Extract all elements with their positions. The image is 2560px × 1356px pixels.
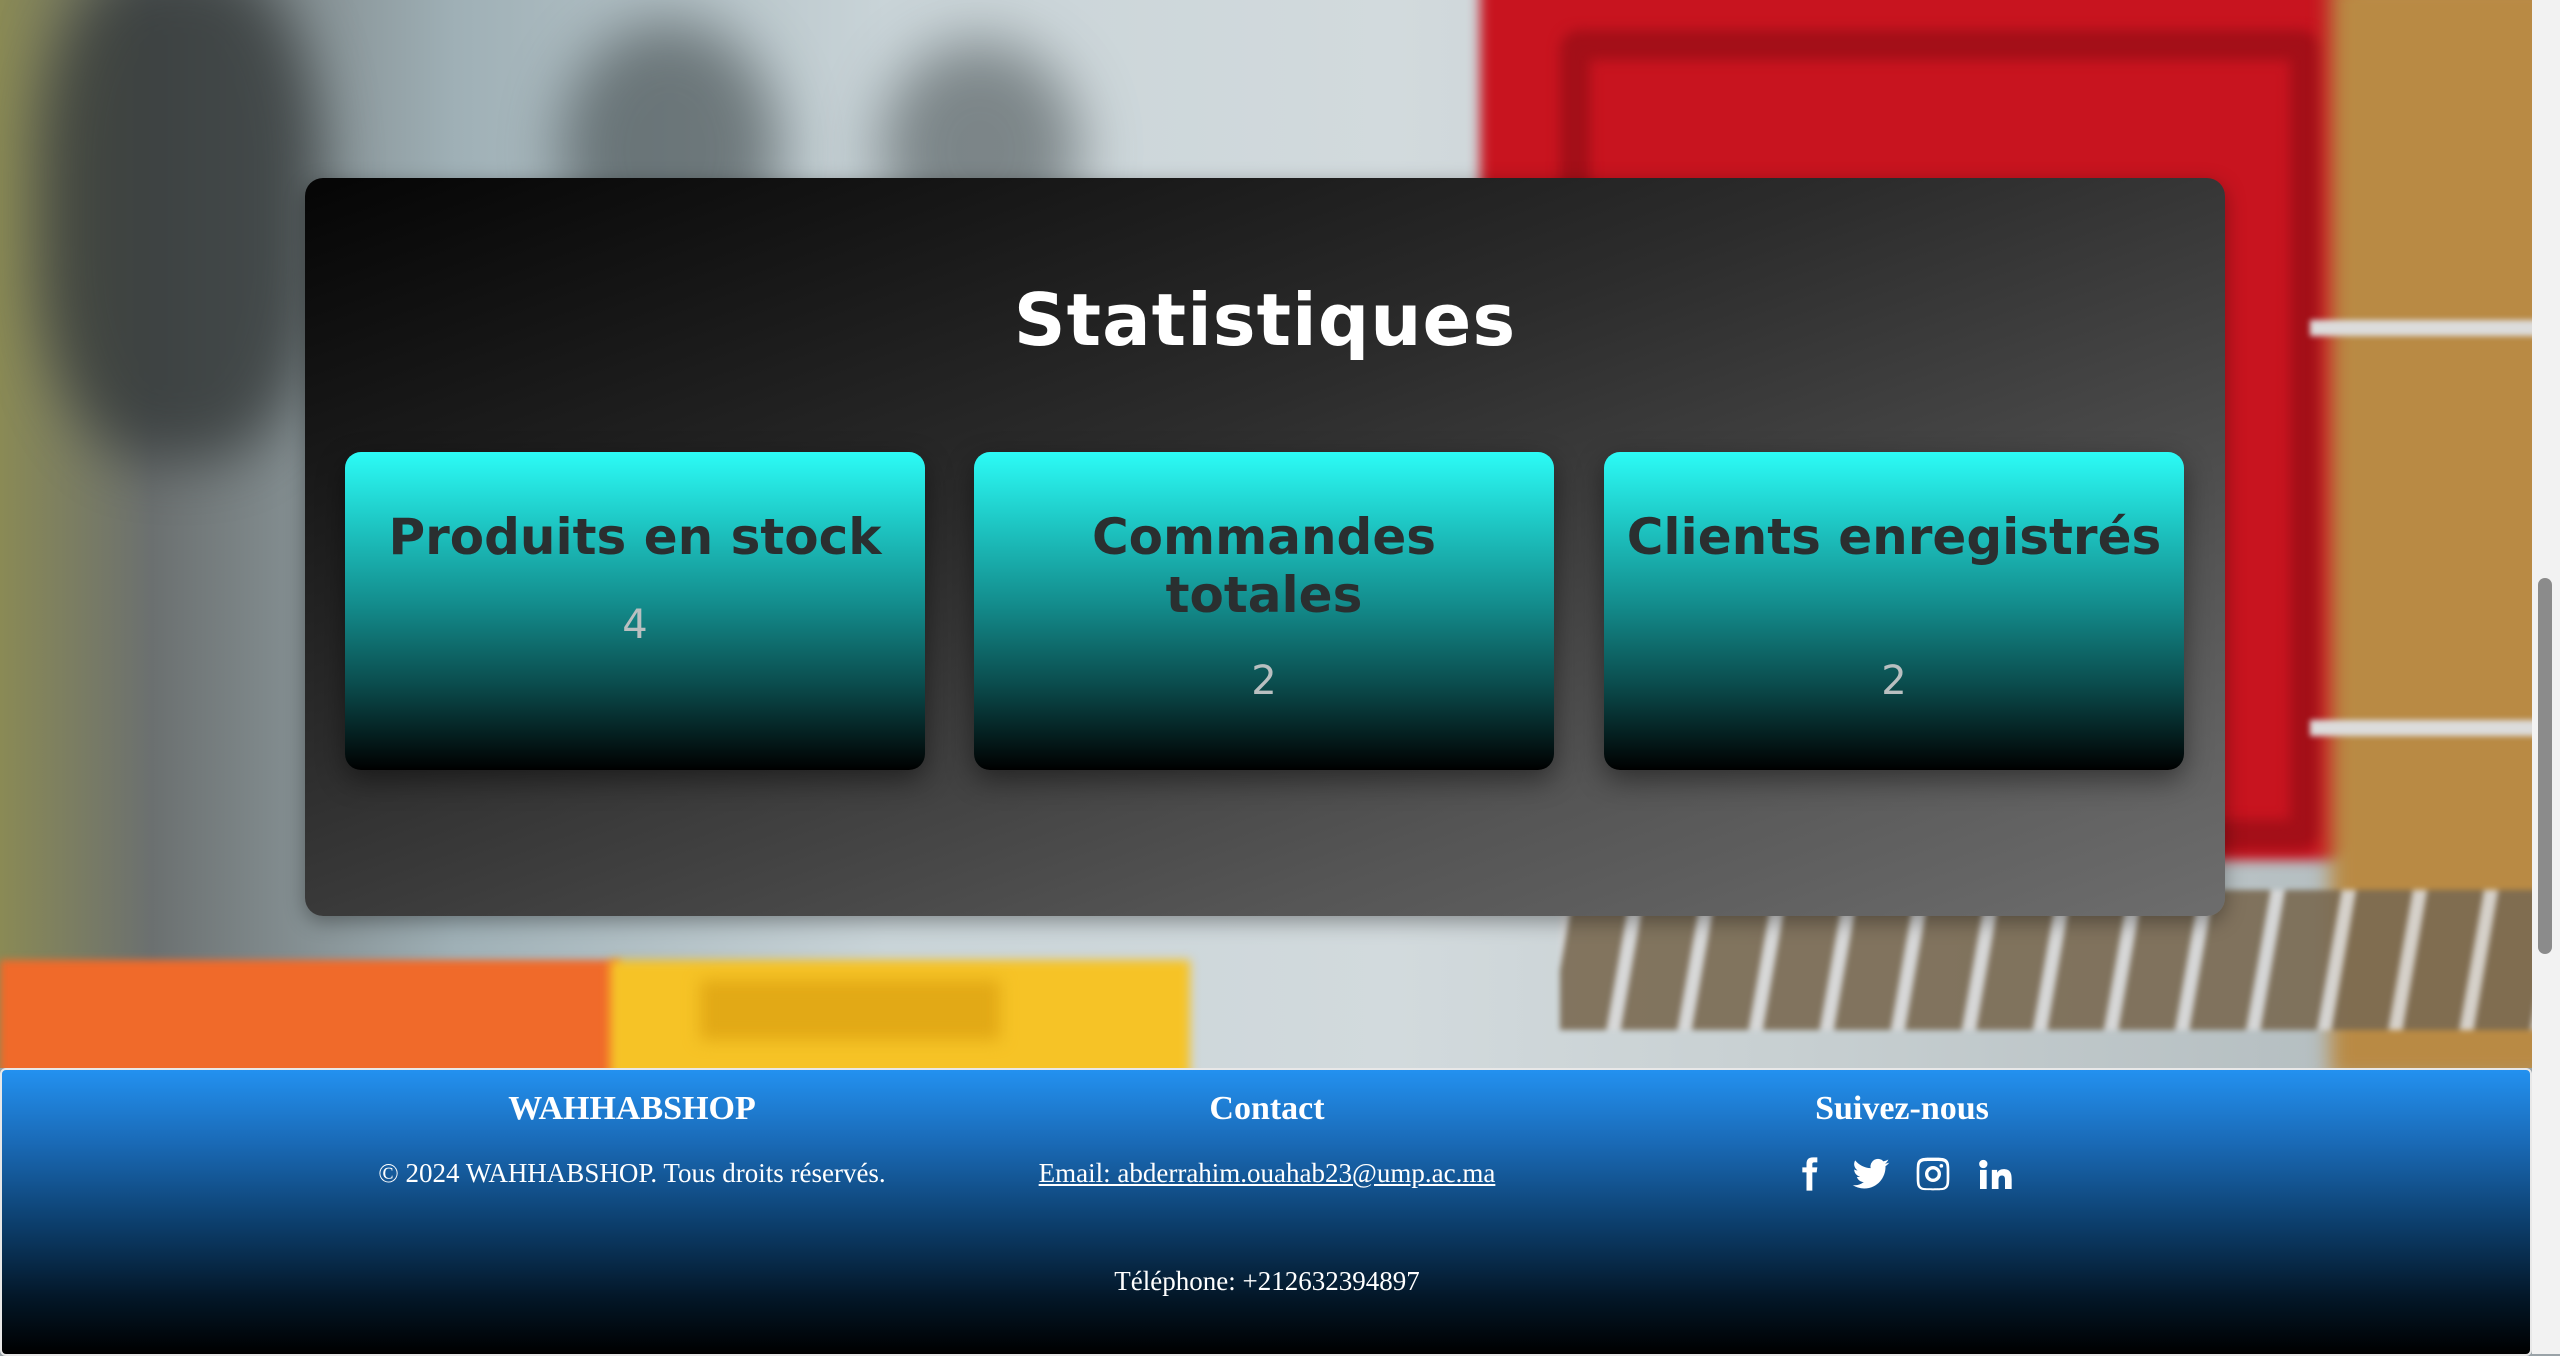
stat-card-value: 2 [1881, 658, 1907, 704]
stat-card-label: Commandes totales [1091, 508, 1437, 624]
stat-card-clients: Clients enregistrés 2 [1604, 452, 2184, 770]
scrollbar-thumb[interactable] [2538, 578, 2552, 954]
stat-card-orders: Commandes totales 2 [974, 452, 1554, 770]
stat-card-label: Clients enregistrés [1626, 508, 2162, 566]
stat-card-value: 2 [1251, 658, 1277, 704]
stat-card-label: Produits en stock [388, 508, 882, 566]
footer-contact-column: Contact Email: abderrahim.ouahab23@ump.a… [962, 1090, 1572, 1189]
site-footer: WAHHABSHOP © 2024 WAHHABSHOP. Tous droit… [0, 1068, 2532, 1356]
facebook-icon[interactable] [1789, 1154, 1829, 1194]
stat-card-products: Produits en stock 4 [345, 452, 925, 770]
statistics-title: Statistiques [1013, 278, 1517, 362]
footer-brand-column: WAHHABSHOP © 2024 WAHHABSHOP. Tous droit… [332, 1090, 932, 1189]
footer-contact-title: Contact [1209, 1090, 1325, 1127]
instagram-icon[interactable] [1913, 1154, 1953, 1194]
social-links [1662, 1154, 2142, 1194]
footer-social-title: Suivez-nous [1815, 1090, 1989, 1127]
footer-phone: Téléphone: +212632394897 [1114, 1266, 1420, 1296]
linkedin-icon[interactable] [1975, 1154, 2015, 1194]
footer-email-link[interactable]: Email: abderrahim.ouahab23@ump.ac.ma [962, 1158, 1572, 1189]
page-scrollbar[interactable] [2532, 0, 2560, 1354]
statistics-panel: Statistiques Produits en stock 4 Command… [305, 178, 2225, 916]
footer-brand: WAHHABSHOP [508, 1090, 756, 1127]
stat-card-value: 4 [622, 602, 648, 648]
footer-social-column: Suivez-nous [1662, 1090, 2142, 1194]
twitter-icon[interactable] [1851, 1154, 1891, 1194]
footer-copyright: © 2024 WAHHABSHOP. Tous droits réservés. [378, 1158, 886, 1188]
